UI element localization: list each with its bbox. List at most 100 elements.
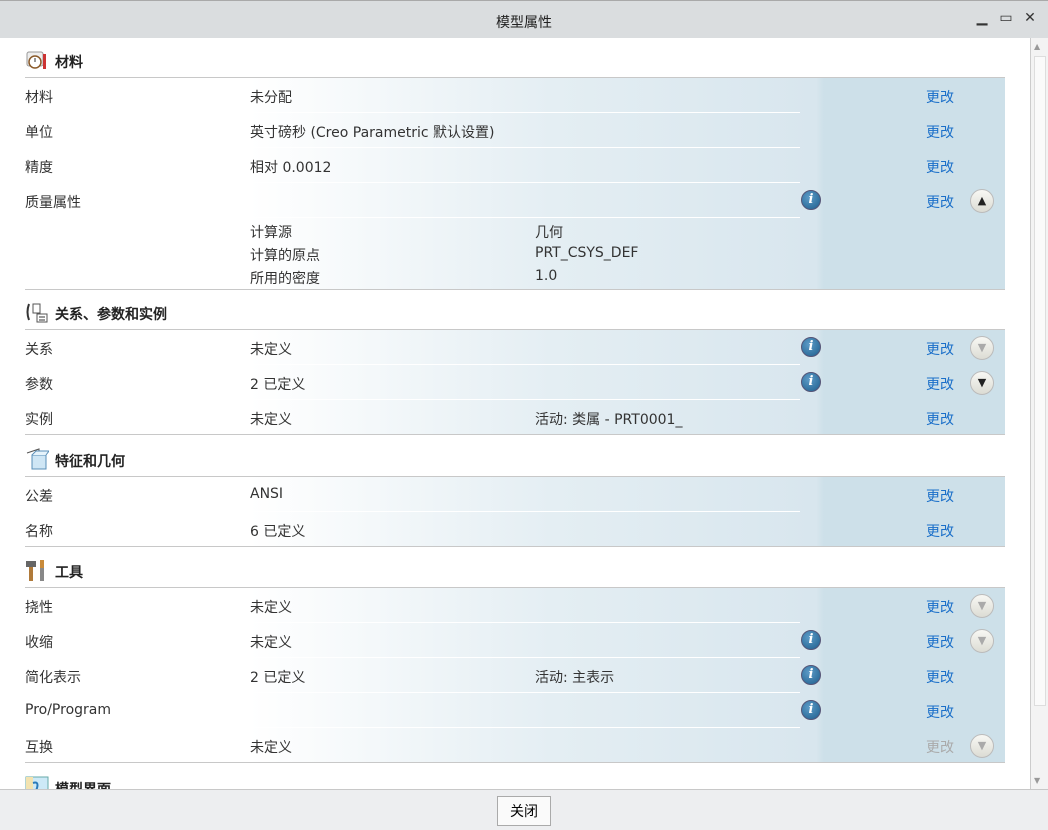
info-icon[interactable]: i (801, 630, 821, 650)
property-value: 未定义 (250, 342, 292, 358)
change-link[interactable]: 更改 (926, 374, 954, 394)
change-link[interactable]: 更改 (926, 192, 954, 212)
feature-geometry-icon (25, 447, 50, 471)
section-body: 公差 ANSI 更改 名称 6 已定义 更改 (25, 477, 1005, 547)
section-header: 材料 (25, 38, 1005, 78)
model-interface-icon (25, 775, 49, 789)
property-row: 参数 2 已定义 i 更改 ▼ (25, 365, 1005, 400)
property-value: 未定义 (250, 740, 292, 756)
expand-chevron-down-icon[interactable]: ▼ (970, 734, 994, 758)
property-row: 关系 未定义 i 更改 ▼ (25, 330, 1005, 365)
tools-icon (25, 558, 49, 582)
property-row: 互换 未定义 更改 ▼ (25, 728, 1005, 763)
info-icon[interactable]: i (801, 337, 821, 357)
property-value: 2 已定义 (250, 377, 306, 393)
property-label: 精度 (25, 160, 53, 176)
property-label: 单位 (25, 125, 53, 141)
section-body: 关系 未定义 i 更改 ▼ 参数 2 已定义 i 更改 ▼ 实例 未定义 活动: 类属 - PRT000… (25, 330, 1005, 435)
section-header: 关系、参数和实例 (25, 290, 1005, 330)
expand-chevron-down-icon[interactable]: ▼ (970, 629, 994, 653)
change-link[interactable]: 更改 (926, 486, 954, 506)
property-label: 挠性 (25, 600, 53, 616)
detail-label: 计算的原点 (250, 248, 320, 264)
property-value: 6 已定义 (250, 524, 306, 540)
expand-chevron-down-icon[interactable]: ▼ (970, 594, 994, 618)
scroll-up-icon[interactable]: ▲ (1034, 42, 1040, 51)
change-link[interactable]: 更改 (926, 122, 954, 142)
property-row: 公差 ANSI 更改 (25, 477, 1005, 512)
property-row: 名称 6 已定义 更改 (25, 512, 1005, 547)
section-title: 工具 (55, 565, 83, 581)
property-value: 2 已定义 (250, 670, 306, 686)
section-title: 特征和几何 (55, 454, 125, 470)
property-row: 简化表示 2 已定义 活动: 主表示 i 更改 (25, 658, 1005, 693)
collapse-chevron-up-icon[interactable]: ▲ (970, 189, 994, 213)
property-label: 关系 (25, 342, 53, 358)
property-label: 实例 (25, 412, 53, 428)
property-value: 未定义 (250, 600, 292, 616)
change-link[interactable]: 更改 (926, 157, 954, 177)
info-icon[interactable]: i (801, 372, 821, 392)
property-label: Pro/Program (25, 702, 111, 718)
scroll-down-icon[interactable]: ▼ (1034, 776, 1040, 785)
property-row: 单位 英寸磅秒 (Creo Parametric 默认设置) 更改 (25, 113, 1005, 148)
properties-panel: 材料 材料 未分配 更改 单位 英寸磅秒 (Creo Parametric 默认设置) 更改… (0, 38, 1030, 789)
property-value: 相对 0.0012 (250, 160, 332, 176)
property-label: 简化表示 (25, 670, 81, 686)
property-row: 质量属性 i 更改 ▲ (25, 183, 1005, 218)
property-label: 互换 (25, 740, 53, 756)
title-bar: 模型属性 ▁ ▭ ✕ (0, 0, 1048, 38)
detail-row: 所用的密度 1.0 (25, 265, 1005, 288)
info-icon[interactable]: i (801, 190, 821, 210)
property-label: 名称 (25, 524, 53, 540)
property-value: ANSI (250, 486, 284, 502)
close-window-button[interactable]: ✕ (1022, 10, 1038, 26)
section-title: 模型界面 (55, 779, 111, 789)
change-link[interactable]: 更改 (926, 597, 954, 617)
property-value: 未定义 (250, 412, 292, 428)
detail-label: 计算源 (250, 225, 292, 241)
change-link: 更改 (926, 740, 954, 756)
change-link[interactable]: 更改 (926, 521, 954, 541)
change-link[interactable]: 更改 (926, 667, 954, 687)
change-link[interactable]: 更改 (926, 339, 954, 359)
property-active-value: 活动: 主表示 (535, 670, 615, 686)
window-title: 模型属性 (496, 15, 552, 31)
detail-value: PRT_CSYS_DEF (535, 245, 639, 261)
detail-value: 1.0 (535, 268, 558, 284)
property-row: 精度 相对 0.0012 更改 (25, 148, 1005, 183)
property-label: 收缩 (25, 635, 53, 651)
maximize-button[interactable]: ▭ (998, 10, 1014, 26)
property-value: 英寸磅秒 (Creo Parametric 默认设置) (250, 125, 495, 141)
property-row: 挠性 未定义 更改 ▼ (25, 588, 1005, 623)
property-label: 材料 (25, 90, 53, 106)
property-value: 未定义 (250, 635, 292, 651)
expand-chevron-down-icon[interactable]: ▼ (970, 336, 994, 360)
close-button[interactable]: 关闭 (497, 796, 551, 826)
change-link[interactable]: 更改 (926, 409, 954, 429)
section-title: 材料 (55, 55, 83, 71)
row-separator (250, 217, 800, 218)
property-active-value: 活动: 类属 - PRT0001_ (535, 412, 683, 428)
vertical-scrollbar[interactable]: ▲ ▼ (1030, 38, 1048, 789)
info-icon[interactable]: i (801, 700, 821, 720)
section-header: 工具 (25, 548, 1005, 588)
material-icon (25, 48, 49, 72)
detail-label: 所用的密度 (250, 271, 320, 287)
expand-chevron-down-icon[interactable]: ▼ (970, 371, 994, 395)
property-label: 公差 (25, 489, 53, 505)
property-label: 质量属性 (25, 195, 81, 211)
relations-icon (25, 300, 49, 324)
detail-row: 计算的原点 PRT_CSYS_DEF (25, 242, 1005, 265)
change-link[interactable]: 更改 (926, 632, 954, 652)
dialog-footer: 关闭 (0, 789, 1048, 830)
section-title: 关系、参数和实例 (55, 307, 167, 323)
detail-value: 几何 (535, 225, 563, 241)
property-value: 未分配 (250, 90, 292, 106)
scrollbar-thumb[interactable] (1034, 56, 1046, 706)
info-icon[interactable]: i (801, 665, 821, 685)
change-link[interactable]: 更改 (926, 87, 954, 107)
property-row: 材料 未分配 更改 (25, 78, 1005, 113)
change-link[interactable]: 更改 (926, 702, 954, 722)
minimize-button[interactable]: ▁ (974, 10, 990, 26)
